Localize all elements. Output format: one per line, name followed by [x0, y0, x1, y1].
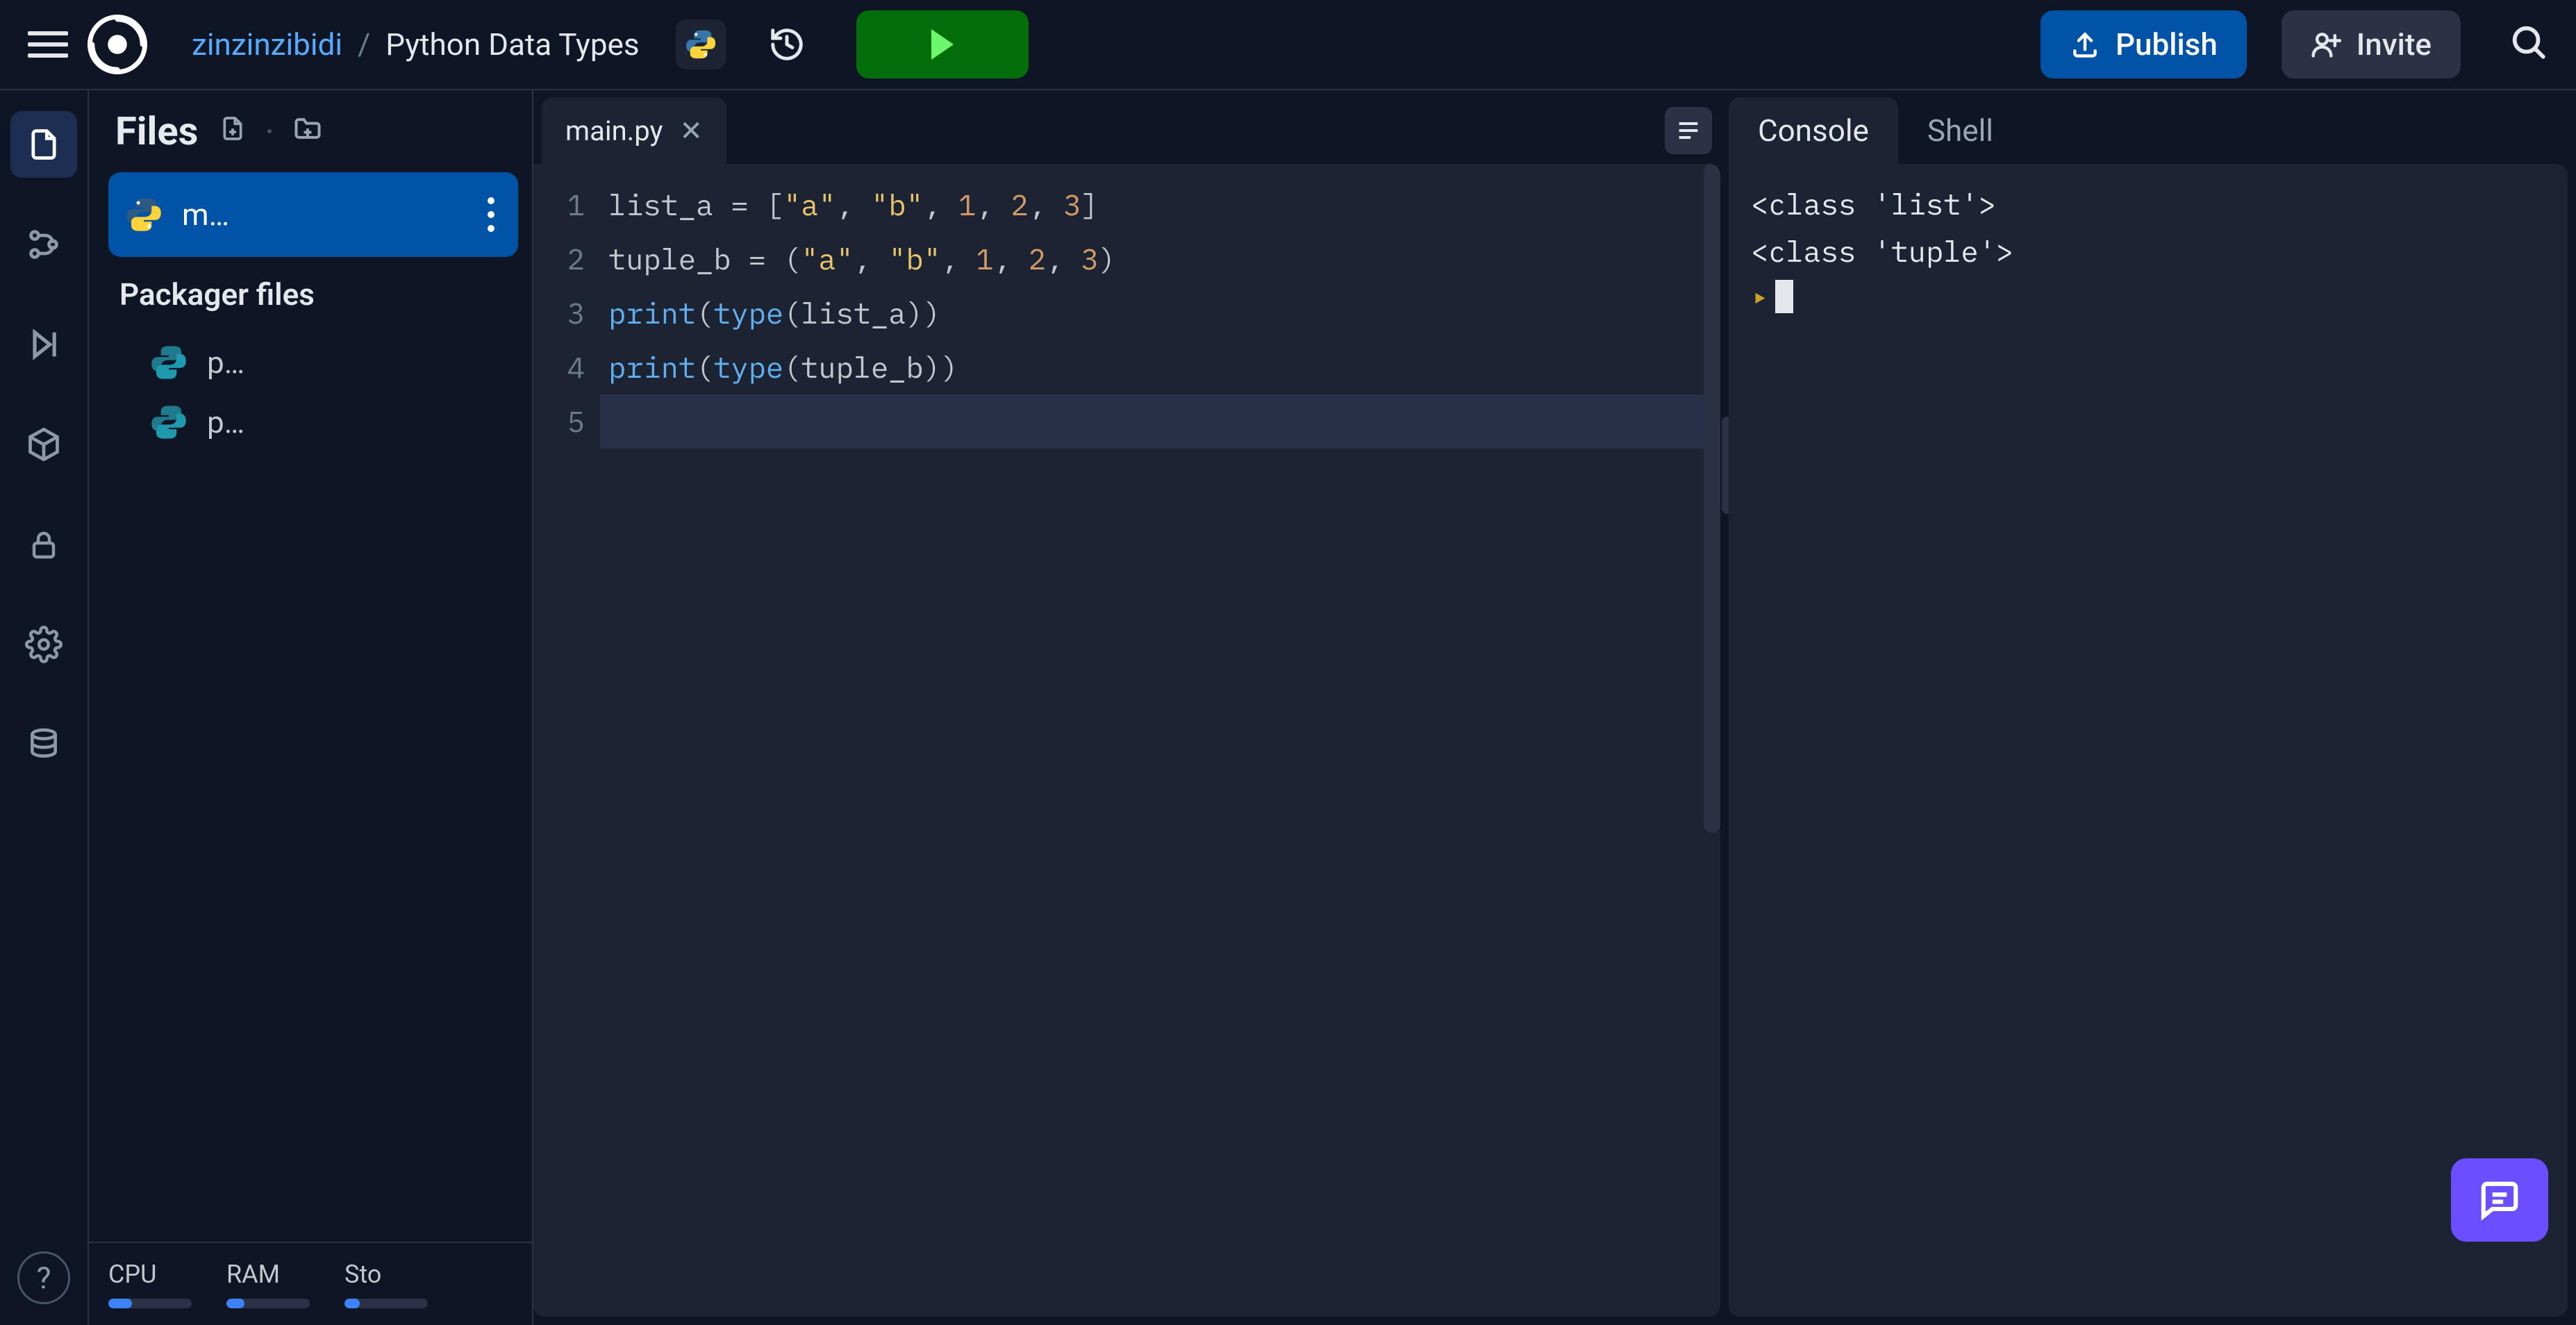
rail-files-icon[interactable] — [10, 111, 77, 178]
meter-storage[interactable]: Sto — [344, 1260, 428, 1308]
editor-tab[interactable]: main.py ✕ — [542, 97, 726, 164]
replit-logo[interactable] — [88, 15, 147, 74]
files-panel: Files m… Packager files p… — [89, 90, 533, 1325]
editor-scrollbar[interactable] — [1704, 164, 1720, 1317]
rail-help-icon[interactable]: ? — [17, 1251, 70, 1304]
new-folder-icon[interactable] — [292, 113, 323, 149]
publish-button[interactable]: Publish — [2041, 10, 2247, 78]
packager-file-row[interactable]: p… — [108, 392, 518, 452]
breadcrumb-title[interactable]: Python Data Types — [385, 26, 639, 62]
rail-settings-icon[interactable] — [10, 611, 77, 678]
breadcrumb-separator: / — [358, 26, 370, 62]
meter-ram-label: RAM — [226, 1260, 310, 1289]
meter-cpu[interactable]: CPU — [108, 1260, 192, 1308]
tab-shell[interactable]: Shell — [1898, 97, 2022, 164]
app-header: zinzinzibidi / Python Data Types Publish… — [0, 0, 2576, 90]
code-editor[interactable]: 12345 list_a = ["a", "b", 1, 2, 3]tuple_… — [533, 164, 1720, 1317]
new-file-icon[interactable] — [219, 115, 247, 148]
tool-rail: ? — [0, 90, 89, 1325]
play-icon — [931, 29, 954, 60]
history-icon[interactable] — [762, 19, 812, 69]
language-python-icon[interactable] — [676, 19, 726, 69]
close-tab-icon[interactable]: ✕ — [679, 115, 703, 147]
publish-label: Publish — [2116, 26, 2218, 62]
chat-fab[interactable] — [2451, 1158, 2548, 1242]
rail-version-control-icon[interactable] — [10, 211, 77, 278]
invite-icon — [2311, 29, 2341, 60]
files-title: Files — [115, 108, 198, 154]
python-file-icon — [150, 344, 188, 381]
packager-file-label: p… — [207, 404, 244, 440]
editor-tab-label: main.py — [565, 115, 663, 147]
file-menu-icon[interactable] — [481, 197, 501, 232]
meter-storage-label: Sto — [344, 1260, 428, 1289]
rail-packages-icon[interactable] — [10, 411, 77, 478]
console-output[interactable]: <class 'list'><class 'tuple'>‣ — [1729, 164, 2568, 1317]
divider-dot — [267, 129, 272, 133]
file-row-main[interactable]: m… — [108, 172, 518, 257]
meter-ram[interactable]: RAM — [226, 1260, 310, 1308]
breadcrumb-owner[interactable]: zinzinzibidi — [192, 26, 342, 62]
run-button[interactable] — [856, 10, 1029, 78]
packager-file-label: p… — [207, 344, 244, 381]
format-code-icon[interactable] — [1665, 107, 1712, 154]
rail-debugger-icon[interactable] — [10, 311, 77, 378]
editor-panel: main.py ✕ 12345 list_a = ["a", "b", 1, 2… — [533, 90, 1729, 1325]
python-file-icon — [125, 196, 163, 233]
menu-icon[interactable] — [28, 31, 68, 58]
invite-button[interactable]: Invite — [2282, 10, 2461, 78]
tab-console[interactable]: Console — [1729, 97, 1898, 164]
search-icon[interactable] — [2508, 22, 2548, 67]
chat-icon — [2478, 1178, 2521, 1222]
file-row-label: m… — [182, 197, 461, 233]
resource-meters: CPU RAM Sto — [89, 1242, 532, 1325]
packager-file-row[interactable]: p… — [108, 333, 518, 392]
python-file-icon — [150, 403, 188, 441]
rail-secrets-icon[interactable] — [10, 511, 77, 578]
upload-icon — [2070, 29, 2100, 60]
meter-cpu-label: CPU — [108, 1260, 192, 1289]
packager-section-label: Packager files — [108, 257, 518, 333]
breadcrumb: zinzinzibidi / Python Data Types — [192, 26, 640, 62]
rail-database-icon[interactable] — [10, 711, 77, 778]
console-panel: Console Shell <class 'list'><class 'tupl… — [1729, 90, 2576, 1325]
invite-label: Invite — [2357, 26, 2432, 62]
